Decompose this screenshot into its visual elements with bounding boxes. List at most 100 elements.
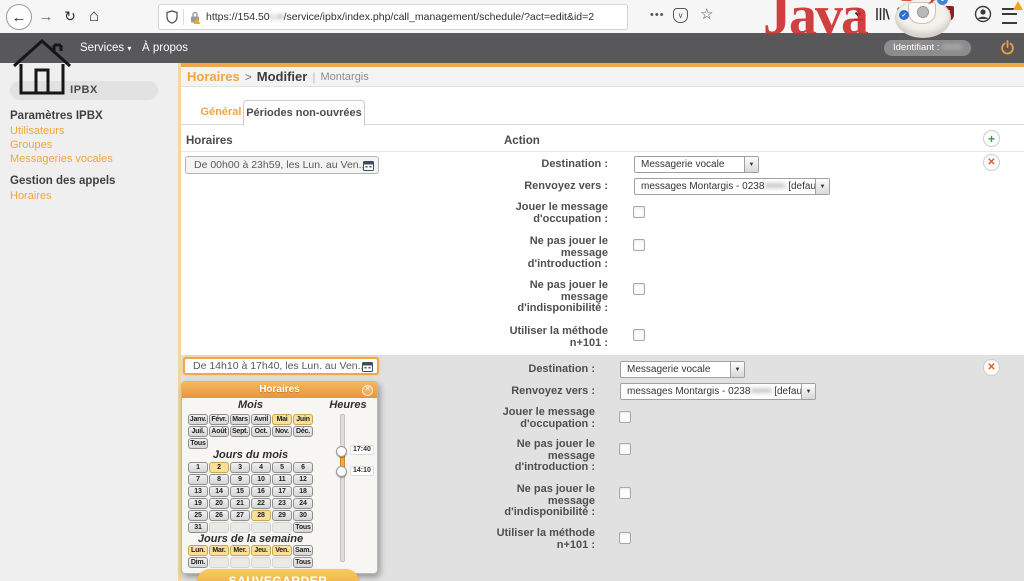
day-button[interactable]: 8 [209,474,229,485]
library-icon[interactable] [874,6,890,22]
month-button[interactable]: Déc. [293,426,313,437]
day-button[interactable]: 6 [293,462,313,473]
day-button[interactable]: 22 [251,498,271,509]
home-logo-icon[interactable] [12,36,72,96]
url-bar[interactable]: https://154.50•.••/service/ipbx/index.ph… [158,4,628,30]
browser-home-icon[interactable]: ⌂ [82,4,106,28]
day-button[interactable]: 4 [251,462,271,473]
day-button[interactable]: 20 [209,498,229,509]
slider-handle-end[interactable] [336,446,347,457]
breadcrumb-horaires[interactable]: Horaires [187,69,240,84]
calendar-icon[interactable] [363,160,374,171]
day-button[interactable]: 15 [230,486,250,497]
month-button[interactable]: Juil. [188,426,208,437]
methode-checkbox-2[interactable] [619,532,631,544]
slider-handle-start[interactable] [336,466,347,477]
occupation-checkbox-2[interactable] [619,411,631,423]
day-button[interactable]: 2 [209,462,229,473]
month-button[interactable]: Mai [272,414,292,425]
days-all-button[interactable]: Tous [293,522,313,533]
destination-select-2[interactable]: Messagerie vocale▼ [620,361,745,378]
schedule-input-2[interactable]: De 14h10 à 17h40, les Lun. au Ven., ... [183,357,379,375]
weekday-button[interactable]: Mar. [209,545,229,556]
weekday-button[interactable]: Jeu. [251,545,271,556]
day-button[interactable]: 30 [293,510,313,521]
day-button[interactable]: 18 [293,486,313,497]
day-button[interactable]: 21 [230,498,250,509]
day-button[interactable]: 10 [251,474,271,485]
month-button[interactable]: Août [209,426,229,437]
sidebar-item-utilisateurs[interactable]: Utilisateurs [10,125,64,137]
tab-periodes-non-ouvrees[interactable]: Périodes non-ouvrées [243,100,365,126]
weekday-button[interactable]: Sam. [293,545,313,556]
sidebar-item-groupes[interactable]: Groupes [10,139,52,151]
month-button[interactable]: Févr. [209,414,229,425]
widget-close-icon[interactable]: ✕ [362,385,373,396]
schedule-input-1[interactable]: De 00h00 à 23h59, les Lun. au Ven., ... [185,156,379,174]
destination-select-1[interactable]: Messagerie vocale▼ [634,156,759,173]
introduction-checkbox-1[interactable] [633,239,645,251]
indisponibilite-checkbox-2[interactable] [619,487,631,499]
nav-services[interactable]: Services ▾ [80,33,131,63]
day-button[interactable]: 23 [272,498,292,509]
day-button[interactable]: 19 [188,498,208,509]
remove-period-1-button[interactable]: ✕ [983,154,1000,171]
menu-hamburger-icon[interactable] [1002,8,1017,24]
day-button[interactable]: 1 [188,462,208,473]
bookmark-star-icon[interactable]: ☆ [700,5,713,23]
month-button[interactable]: Oct. [251,426,271,437]
save-button[interactable]: SAUVEGARDER [197,569,359,581]
browser-reload-icon[interactable]: ↻ [58,4,82,28]
months-all-button[interactable]: Tous [188,438,208,449]
widget-titlebar[interactable]: Horaires [182,382,377,398]
browser-back-icon[interactable]: ← [6,4,32,30]
page-actions-icon[interactable]: ••• [650,9,665,21]
nav-about[interactable]: À propos [142,33,188,63]
sidebar-item-messageries[interactable]: Messageries vocales [10,153,113,165]
month-button[interactable]: Juin [293,414,313,425]
hours-slider-track[interactable] [340,414,345,562]
day-button[interactable]: 9 [230,474,250,485]
weekday-button[interactable]: Mer. [230,545,250,556]
url-text[interactable]: https://154.50•.••/service/ipbx/index.ph… [206,11,594,23]
day-button[interactable]: 27 [230,510,250,521]
account-icon[interactable] [974,5,992,23]
day-button[interactable]: 31 [188,522,208,533]
remove-period-2-button[interactable]: ✕ [983,359,1000,376]
calendar-icon[interactable] [362,361,373,372]
day-button[interactable]: 17 [272,486,292,497]
tracking-shield-icon[interactable] [166,10,178,24]
sidebar-item-horaires[interactable]: Horaires [10,190,52,202]
month-button[interactable]: Nov. [272,426,292,437]
pocket-icon[interactable]: ∨ [673,8,688,23]
day-button[interactable]: 29 [272,510,292,521]
weekdays-all-button[interactable]: Tous [293,557,313,568]
day-button[interactable]: 16 [251,486,271,497]
day-button[interactable]: 25 [188,510,208,521]
introduction-checkbox-2[interactable] [619,443,631,455]
warning-lock-icon[interactable] [189,11,201,24]
weekday-button[interactable]: Ven. [272,545,292,556]
month-button[interactable]: Mars [230,414,250,425]
day-button[interactable]: 14 [209,486,229,497]
day-button[interactable]: 7 [188,474,208,485]
indisponibilite-checkbox-1[interactable] [633,283,645,295]
month-button[interactable]: Avril [251,414,271,425]
renvoyez-select-2[interactable]: messages Montargis - 0238•••••• [default… [620,383,816,400]
day-button[interactable]: 12 [293,474,313,485]
weekday-button[interactable]: Lun. [188,545,208,556]
month-button[interactable]: Sept. [230,426,250,437]
day-button[interactable]: 26 [209,510,229,521]
day-button[interactable]: 13 [188,486,208,497]
logout-power-icon[interactable] [1000,40,1015,56]
day-button[interactable]: 11 [272,474,292,485]
day-button[interactable]: 28 [251,510,271,521]
day-button[interactable]: 3 [230,462,250,473]
day-button[interactable]: 24 [293,498,313,509]
month-button[interactable]: Janv. [188,414,208,425]
tab-general[interactable]: Général [196,100,246,124]
add-period-button[interactable]: + [983,130,1000,147]
occupation-checkbox-1[interactable] [633,206,645,218]
browser-forward-icon[interactable]: → [34,4,58,28]
weekday-button[interactable]: Dim. [188,557,208,568]
